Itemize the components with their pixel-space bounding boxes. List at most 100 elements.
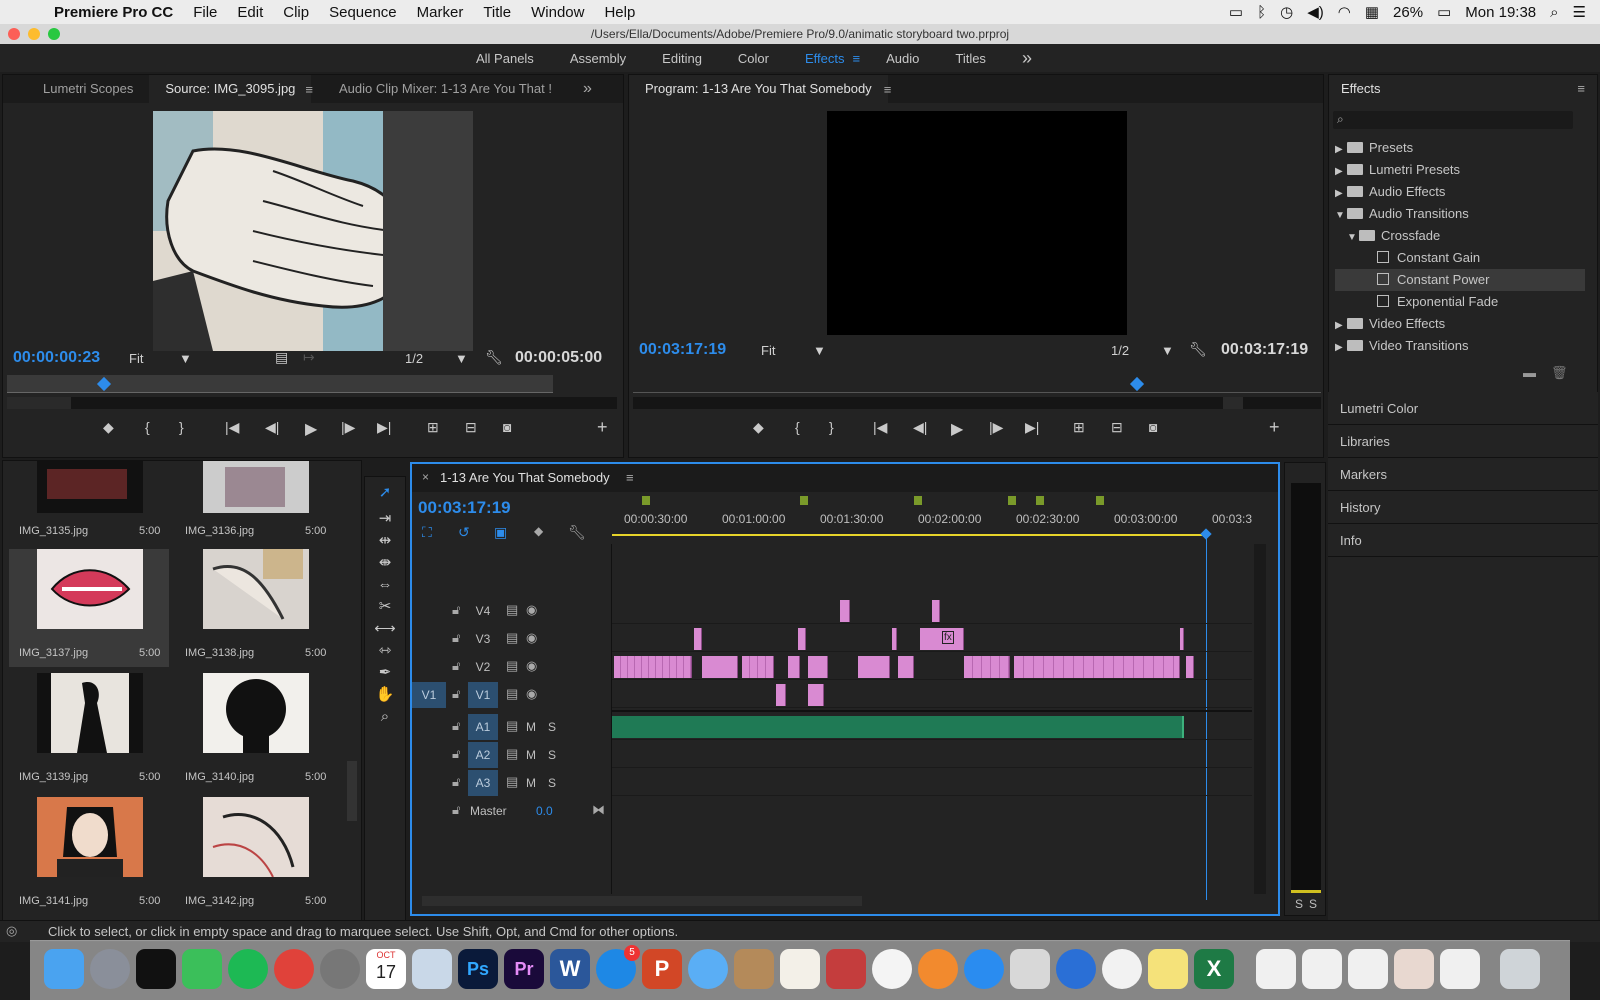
workspace-color[interactable]: Color bbox=[720, 51, 787, 66]
video-clip[interactable] bbox=[858, 656, 890, 678]
minimized-window-thumbnail[interactable] bbox=[1394, 949, 1434, 989]
sync-lock-icon[interactable]: ▤ bbox=[506, 686, 518, 702]
sync-lock-icon[interactable]: ▤ bbox=[506, 630, 518, 646]
trash-icon[interactable] bbox=[1500, 949, 1540, 989]
work-area-bar[interactable] bbox=[612, 534, 1202, 536]
track-header-v3[interactable]: 🔓︎ V3 ▤ ◉ bbox=[412, 626, 612, 652]
tree-item-constant-power[interactable]: Constant Power bbox=[1335, 269, 1585, 291]
track-header-a3[interactable]: 🔓︎ A3 ▤ M S bbox=[412, 770, 612, 796]
timeline-playhead-timecode[interactable]: 00:03:17:19 bbox=[418, 498, 511, 518]
lock-icon[interactable]: 🔓︎ bbox=[452, 746, 460, 762]
track-lane-v4[interactable] bbox=[612, 598, 1252, 624]
bin-item[interactable]: IMG_3139.jpg 5:00 bbox=[9, 673, 169, 791]
timeline-sequence-title[interactable]: 1-13 Are You That Somebody bbox=[440, 470, 610, 485]
app-store-icon[interactable]: 5 bbox=[596, 945, 640, 989]
premiere-pro-icon[interactable]: Pr bbox=[504, 949, 544, 989]
tab-effects[interactable]: Effects bbox=[1329, 75, 1397, 103]
video-clip[interactable] bbox=[702, 656, 738, 678]
tree-item-presets[interactable]: ▶ Presets bbox=[1335, 137, 1585, 159]
video-clip-group[interactable] bbox=[964, 656, 1010, 678]
slip-tool-icon[interactable]: ⟷ bbox=[373, 619, 397, 639]
wrench-icon[interactable]: 🔧︎ bbox=[1189, 341, 1207, 358]
source-resolution-select[interactable]: 1/2 bbox=[405, 351, 423, 366]
track-lane-a3[interactable] bbox=[612, 770, 1252, 796]
bluetooth-icon[interactable]: ᛒ bbox=[1257, 4, 1266, 21]
menu-marker[interactable]: Marker bbox=[407, 4, 474, 21]
resolution-chevron-icon[interactable]: ▼ bbox=[1161, 343, 1174, 358]
linked-selection-icon[interactable]: ↺ bbox=[458, 524, 470, 541]
eye-icon[interactable]: ◉ bbox=[526, 630, 537, 646]
photoshop-icon[interactable]: Ps bbox=[458, 949, 498, 989]
track-lane-v2[interactable] bbox=[612, 654, 1252, 680]
contacts-icon[interactable] bbox=[734, 949, 774, 989]
video-clip[interactable] bbox=[808, 684, 824, 706]
add-marker-timeline-icon[interactable]: ▣ bbox=[494, 524, 507, 541]
solo-button[interactable]: S bbox=[548, 720, 556, 734]
quicktime-icon[interactable] bbox=[1056, 949, 1096, 989]
program-zoom-scrollbar[interactable] bbox=[633, 397, 1321, 409]
source-patch-v1[interactable]: V1 bbox=[412, 682, 446, 708]
track-header-v2[interactable]: 🔓︎ V2 ▤ ◉ bbox=[412, 654, 612, 680]
timeline-vertical-scrollbar[interactable] bbox=[1254, 544, 1266, 894]
finder-icon[interactable] bbox=[44, 949, 84, 989]
tree-item-audio-effects[interactable]: ▶ Audio Effects bbox=[1335, 181, 1585, 203]
workspace-overflow-button[interactable]: » bbox=[1004, 48, 1050, 69]
workspace-menu-icon[interactable]: ≡ bbox=[853, 51, 861, 66]
menu-clip[interactable]: Clip bbox=[273, 4, 319, 21]
video-clip-group[interactable] bbox=[614, 656, 692, 678]
menu-edit[interactable]: Edit bbox=[227, 4, 273, 21]
spotlight-icon[interactable]: ⌕ bbox=[1550, 4, 1558, 21]
tab-audio-clip-mixer[interactable]: Audio Clip Mixer: 1-13 Are You That ! bbox=[323, 75, 563, 103]
photos-icon[interactable] bbox=[1102, 949, 1142, 989]
close-tab-icon[interactable]: × bbox=[422, 470, 429, 484]
safari-icon[interactable] bbox=[964, 949, 1004, 989]
timeline-ruler[interactable]: 00:00:30:00 00:01:00:00 00:01:30:00 00:0… bbox=[612, 492, 1252, 544]
video-clip[interactable] bbox=[1186, 656, 1194, 678]
lock-icon[interactable]: 🔓︎ bbox=[452, 686, 460, 702]
slide-tool-icon[interactable]: ⇿ bbox=[373, 641, 397, 661]
program-playhead-timecode[interactable]: 00:03:17:19 bbox=[639, 341, 726, 359]
go-to-out-icon[interactable]: ▶| bbox=[1025, 419, 1039, 436]
play-icon[interactable]: ▶ bbox=[305, 419, 317, 439]
workspace-effects[interactable]: Effects bbox=[787, 51, 863, 66]
solo-button[interactable]: S bbox=[548, 776, 556, 790]
app-menu[interactable]: Premiere Pro CC bbox=[44, 4, 183, 21]
clock[interactable]: Mon 19:38 bbox=[1465, 4, 1536, 21]
add-marker-icon[interactable]: ◆ bbox=[753, 419, 764, 436]
minimized-window-thumbnail[interactable] bbox=[1348, 949, 1388, 989]
bin-item-selected[interactable]: IMG_3137.jpg 5:00 bbox=[9, 549, 169, 667]
track-lane-master[interactable] bbox=[612, 798, 1252, 824]
mute-button[interactable]: M bbox=[526, 776, 536, 790]
solo-right-button[interactable]: S bbox=[1309, 897, 1317, 911]
textedit-icon[interactable] bbox=[780, 949, 820, 989]
track-lane-v3[interactable]: fx bbox=[612, 626, 1252, 652]
bin-item[interactable]: IMG_3141.jpg 5:00 bbox=[9, 797, 169, 915]
lock-icon[interactable]: 🔓︎ bbox=[452, 802, 460, 818]
sync-lock-icon[interactable]: ▤ bbox=[506, 658, 518, 674]
track-label[interactable]: A2 bbox=[468, 742, 498, 768]
video-clip[interactable] bbox=[808, 656, 828, 678]
mark-out-icon[interactable]: } bbox=[829, 419, 834, 435]
airplay-icon[interactable]: ▭ bbox=[1229, 3, 1243, 21]
hand-tool-icon[interactable]: ✋ bbox=[373, 685, 397, 705]
settings-grid-icon[interactable]: ▤ bbox=[275, 349, 288, 366]
minimized-window-thumbnail[interactable] bbox=[1440, 949, 1480, 989]
step-forward-icon[interactable]: |▶ bbox=[989, 419, 1003, 436]
bin-item[interactable]: IMG_3138.jpg 5:00 bbox=[175, 549, 335, 667]
lock-icon[interactable]: 🔓︎ bbox=[452, 630, 460, 646]
tree-item-constant-gain[interactable]: Constant Gain bbox=[1335, 247, 1585, 269]
launchpad-icon[interactable] bbox=[90, 949, 130, 989]
mute-button[interactable]: M bbox=[526, 748, 536, 762]
video-clip[interactable] bbox=[892, 628, 897, 650]
selection-tool-icon[interactable]: ➚ bbox=[373, 483, 397, 503]
tree-item-crossfade[interactable]: ▼ Crossfade bbox=[1335, 225, 1585, 247]
razor-tool-icon[interactable]: ✂ bbox=[373, 597, 397, 617]
solo-button[interactable]: S bbox=[548, 748, 556, 762]
track-select-tool-icon[interactable]: ⇥ bbox=[373, 509, 397, 529]
powerpoint-icon[interactable]: P bbox=[642, 949, 682, 989]
tab-source[interactable]: Source: IMG_3095.jpg bbox=[149, 75, 312, 103]
battery-percent[interactable]: 26% bbox=[1393, 4, 1423, 21]
panel-overflow-icon[interactable]: » bbox=[583, 80, 592, 98]
workspace-titles[interactable]: Titles bbox=[937, 51, 1004, 66]
track-header-a1[interactable]: 🔓︎ A1 ▤ M S bbox=[412, 714, 612, 740]
